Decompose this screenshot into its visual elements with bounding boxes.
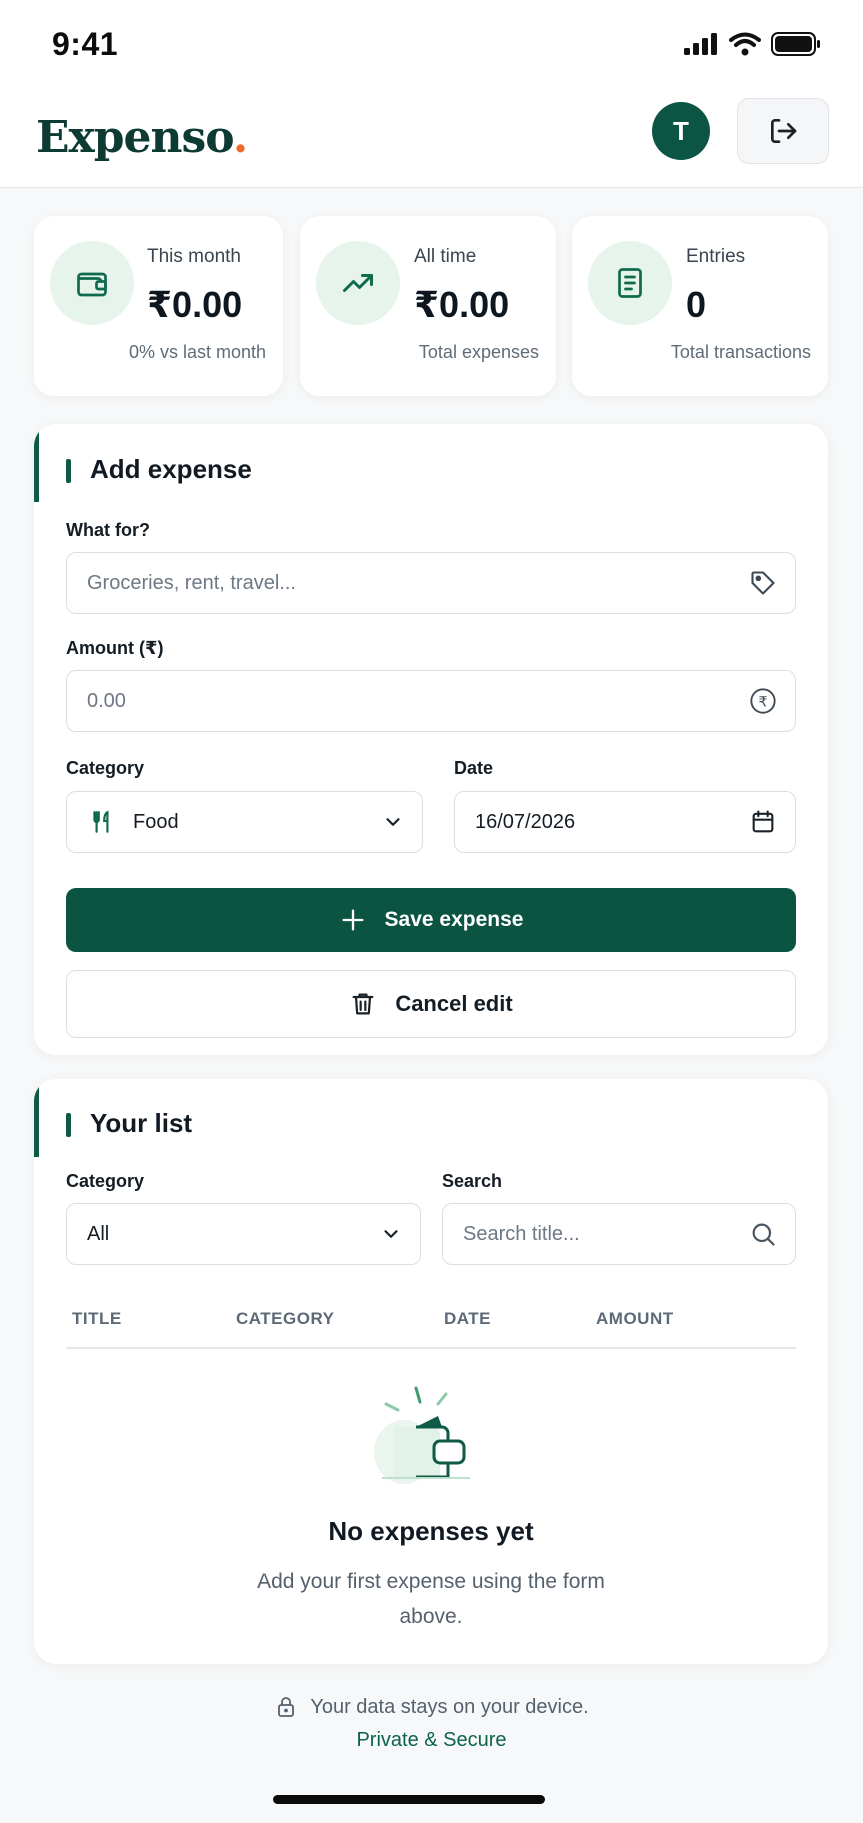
column-title[interactable]: TITLE [72, 1309, 122, 1329]
save-label: Save expense [384, 908, 524, 931]
stat-value: ₹0.00 [414, 284, 510, 325]
signal-icon [684, 33, 717, 55]
expense-list-panel: Your list Category All Search Search tit… [34, 1079, 828, 1664]
chevron-down-icon [380, 1223, 402, 1245]
what-for-input[interactable]: Groceries, rent, travel... [66, 552, 796, 614]
empty-state-title: No expenses yet [328, 1516, 534, 1546]
filter-category-select[interactable]: All [66, 1203, 421, 1265]
column-date[interactable]: DATE [444, 1309, 491, 1329]
cancel-label: Cancel edit [395, 991, 513, 1016]
chevron-down-icon [382, 811, 404, 833]
panel-title: Your list [90, 1108, 193, 1138]
calendar-icon [749, 808, 777, 836]
amount-placeholder: 0.00 [87, 689, 126, 712]
category-value: Food [133, 810, 179, 833]
stat-sub: Total expenses [418, 342, 539, 362]
private-secure-link[interactable]: Private & Secure [0, 1729, 863, 1752]
search-label: Search [442, 1171, 503, 1191]
category-label: Category [66, 758, 145, 778]
stat-label: Entries [686, 246, 746, 267]
stat-sub: 0% vs last month [128, 342, 266, 362]
title-marker [66, 1113, 71, 1137]
panel-accent [34, 424, 39, 502]
filter-category-label: Category [66, 1171, 145, 1191]
stat-label: All time [414, 246, 477, 267]
privacy-note: Your data stays on your device. [0, 1694, 863, 1720]
column-category[interactable]: CATEGORY [236, 1309, 334, 1329]
stat-sub: Total transactions [670, 342, 811, 362]
search-icon [749, 1220, 777, 1248]
stat-label: This month [147, 246, 241, 267]
empty-wallet-icon [374, 1386, 470, 1484]
what-for-label: What for? [66, 520, 150, 540]
app-logo[interactable]: Expenso. [36, 112, 248, 163]
avatar[interactable]: T [652, 102, 710, 160]
plus-icon [342, 909, 364, 931]
home-indicator[interactable] [273, 1795, 545, 1804]
table-divider [66, 1347, 796, 1349]
trash-icon [352, 993, 374, 1015]
wifi-icon [729, 32, 761, 56]
panel-accent [34, 1079, 39, 1157]
stat-value: 0 [686, 284, 707, 325]
date-input[interactable]: 16/07/2026 [454, 791, 796, 853]
logo-text: Expenso [36, 112, 234, 163]
amount-input[interactable]: 0.00 ₹ [66, 670, 796, 732]
date-value: 16/07/2026 [475, 810, 576, 833]
wallet-icon [50, 241, 134, 325]
status-time: 9:41 [52, 26, 119, 62]
panel-title: Add expense [90, 454, 252, 484]
status-bar: 9:41 [0, 0, 863, 92]
status-icons [683, 32, 821, 56]
logout-icon [771, 119, 797, 143]
save-expense-button[interactable]: Save expense [66, 888, 796, 952]
column-amount[interactable]: AMOUNT [596, 1309, 674, 1329]
title-marker [66, 459, 71, 483]
app-header: Expenso. T [0, 92, 863, 188]
category-select[interactable]: Food [66, 791, 423, 853]
search-placeholder: Search title... [463, 1222, 580, 1245]
utensils-icon [93, 810, 109, 833]
search-input[interactable]: Search title... [442, 1203, 796, 1265]
stat-card-this-month: This month ₹0.00 0% vs last month [34, 216, 283, 396]
filter-category-value: All [87, 1222, 110, 1245]
amount-label: Amount (₹) [66, 638, 164, 658]
stat-value: ₹0.00 [147, 284, 243, 325]
empty-state-text: Add your first expense using the form ab… [257, 1570, 605, 1628]
privacy-note-text: Your data stays on your device. [310, 1695, 589, 1718]
rupee-icon: ₹ [749, 687, 777, 715]
logout-button[interactable] [737, 98, 829, 164]
battery-icon [771, 32, 820, 56]
what-for-placeholder: Groceries, rent, travel... [87, 571, 296, 594]
svg-text:₹: ₹ [759, 694, 768, 710]
receipt-icon [588, 241, 672, 325]
cancel-edit-button[interactable]: Cancel edit [66, 970, 796, 1038]
tag-icon [749, 569, 777, 597]
lock-icon [278, 1697, 295, 1717]
date-label: Date [454, 758, 494, 778]
stat-card-entries: Entries 0 Total transactions [572, 216, 828, 396]
trending-up-icon [316, 241, 400, 325]
add-expense-panel: Add expense What for? Groceries, rent, t… [34, 424, 828, 1055]
logo-dot: . [232, 112, 248, 163]
stat-card-all-time: All time ₹0.00 Total expenses [300, 216, 556, 396]
